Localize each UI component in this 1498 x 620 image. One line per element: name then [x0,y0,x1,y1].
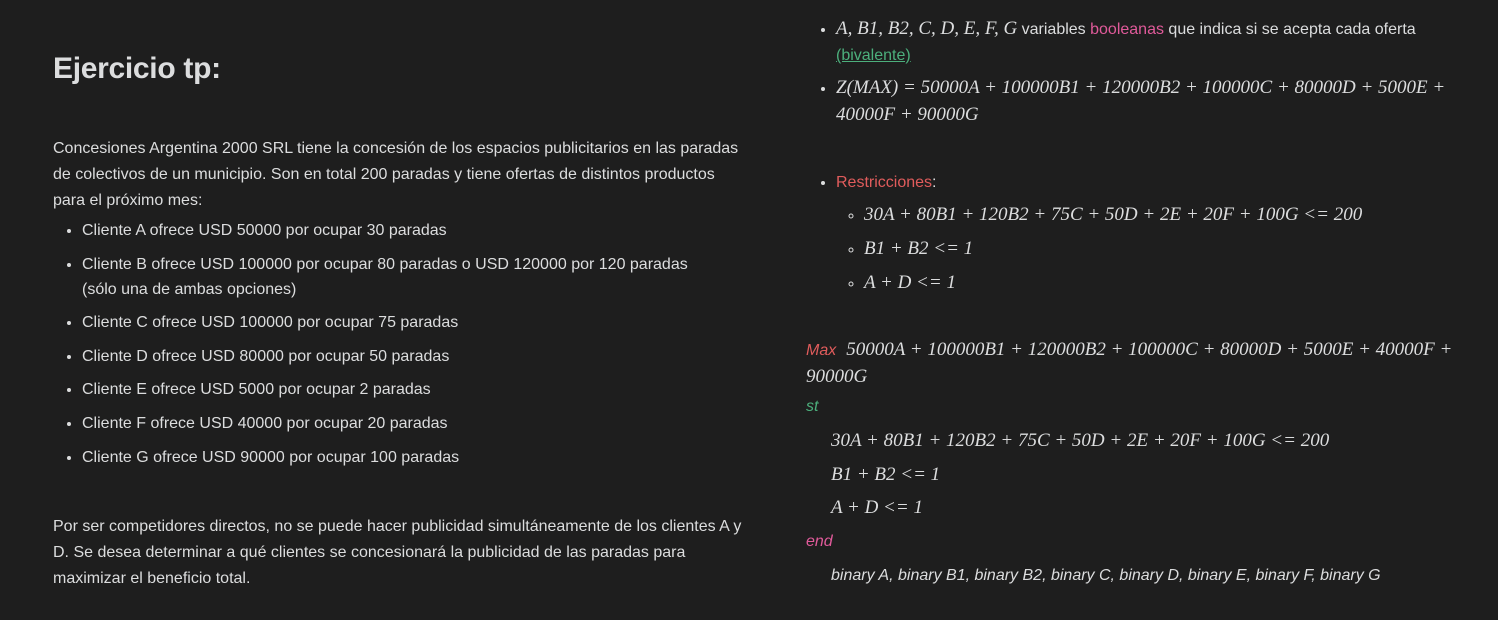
restrictions-list: Restricciones: 30A + 80B1 + 120B2 + 75C … [806,170,1486,304]
variables-math: A, B1, B2, C, D, E, F, G [836,18,1018,39]
constraints-sublist: 30A + 80B1 + 120B2 + 75C + 50D + 2E + 20… [836,202,1486,297]
intro-paragraph: Concesiones Argentina 2000 SRL tiene la … [53,140,739,209]
list-item: Cliente F ofrece USD 40000 por ocupar 20… [82,411,702,436]
objective-item: Z(MAX) = 50000A + 100000B1 + 120000B2 + … [836,75,1486,129]
max-line: Max 50000A + 100000B1 + 120000B2 + 100000… [806,337,1476,391]
objective-formula: Z(MAX) = 50000A + 100000B1 + 120000B2 + … [836,77,1446,125]
bivalente-link[interactable]: (bivalente) [836,47,911,64]
constraint-item: B1 + B2 <= 1 [864,236,1486,263]
list-item: Cliente D ofrece USD 80000 por ocupar 50… [82,344,702,369]
list-item: Cliente G ofrece USD 90000 por ocupar 10… [82,445,702,470]
max-expression: 50000A + 100000B1 + 120000B2 + 100000C +… [806,339,1453,387]
constraint-formula: 30A + 80B1 + 120B2 + 75C + 50D + 2E + 20… [864,204,1363,225]
constraint-item: 30A + 80B1 + 120B2 + 75C + 50D + 2E + 20… [864,202,1486,229]
constraint-formula: A + D <= 1 [864,272,956,293]
model-constraint: 30A + 80B1 + 120B2 + 75C + 50D + 2E + 20… [831,430,1330,451]
constraint-item: A + D <= 1 [864,270,1486,297]
variables-text-2: que indica si se acepta cada oferta [1163,21,1416,38]
list-item: Cliente B ofrece USD 100000 por ocupar 8… [82,252,702,302]
list-item: Cliente C ofrece USD 100000 por ocupar 7… [82,310,702,335]
restrictions-item: Restricciones: 30A + 80B1 + 120B2 + 75C … [836,170,1486,297]
st-keyword: st [806,398,819,415]
constraint-formula: B1 + B2 <= 1 [864,238,974,259]
outro-paragraph: Por ser competidores directos, no se pue… [53,518,742,587]
booleanas-highlight: booleanas [1090,21,1164,38]
list-item: Cliente A ofrece USD 50000 por ocupar 30… [82,218,702,243]
page-title: Ejercicio tp: [53,52,221,85]
restrictions-colon: : [932,174,937,191]
end-keyword: end [806,533,833,550]
list-item: Cliente E ofrece USD 5000 por ocupar 2 p… [82,377,702,402]
variables-text: variables [1017,21,1091,38]
variables-item: A, B1, B2, C, D, E, F, G variables boole… [836,16,1486,69]
restrictions-label: Restricciones [836,174,933,191]
model-constraint: B1 + B2 <= 1 [831,464,941,485]
clients-list: Cliente A ofrece USD 50000 por ocupar 30… [53,218,702,478]
max-keyword: Max [806,342,837,359]
model-constraint: A + D <= 1 [831,497,923,518]
definitions-list: A, B1, B2, C, D, E, F, G variables boole… [806,16,1486,135]
binary-declaration: binary A, binary B1, binary B2, binary C… [831,567,1381,584]
